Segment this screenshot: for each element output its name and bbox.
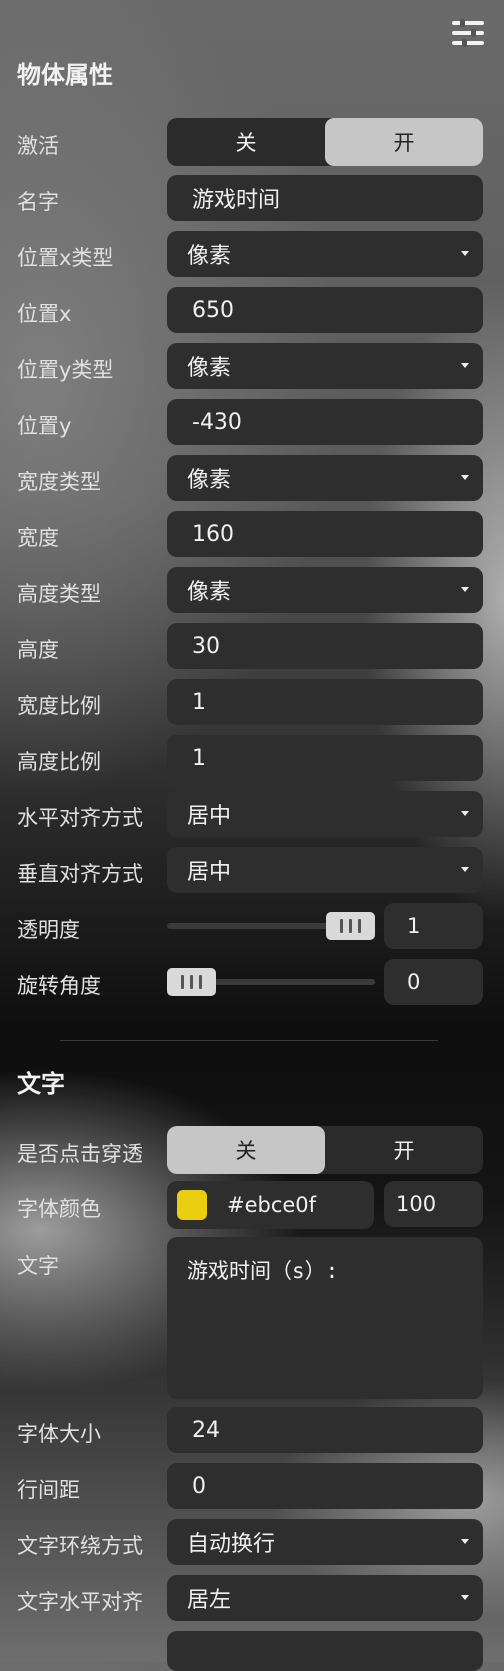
font-color-alpha-input[interactable]: 100 xyxy=(384,1181,483,1227)
label-height-scale: 高度比例 xyxy=(17,750,101,774)
h-align-select[interactable]: 居中 xyxy=(167,791,483,837)
v-align-value: 居中 xyxy=(187,860,232,885)
rotation-slider-handle[interactable] xyxy=(167,968,216,996)
opacity-input[interactable]: 1 xyxy=(384,903,483,949)
line-spacing-input[interactable]: 0 xyxy=(167,1463,483,1509)
label-height-type: 高度类型 xyxy=(17,582,101,606)
pos-y-type-value: 像素 xyxy=(187,356,232,381)
chevron-down-icon xyxy=(461,1595,469,1600)
properties-panel: 物体属性 激活 关 开 名字 游戏时间 位置x类型 像素 位置x 650 位置y… xyxy=(0,0,504,1671)
v-align-select[interactable]: 居中 xyxy=(167,847,483,893)
next-row-field-partial[interactable] xyxy=(167,1631,483,1671)
label-rotation: 旋转角度 xyxy=(17,974,101,998)
active-toggle: 关 开 xyxy=(167,118,483,166)
height-type-select[interactable]: 像素 xyxy=(167,567,483,613)
label-active: 激活 xyxy=(17,134,59,158)
text-h-align-select[interactable]: 居左 xyxy=(167,1575,483,1621)
pos-x-input[interactable]: 650 xyxy=(167,287,483,333)
label-font-size: 字体大小 xyxy=(17,1422,101,1446)
chevron-down-icon xyxy=(461,475,469,480)
label-line-spacing: 行间距 xyxy=(17,1478,80,1502)
height-type-value: 像素 xyxy=(187,580,232,605)
label-click-through: 是否点击穿透 xyxy=(17,1142,143,1166)
text-content-textarea[interactable]: 游戏时间（s）: xyxy=(167,1237,483,1399)
active-on-option[interactable]: 开 xyxy=(325,118,483,166)
chevron-down-icon xyxy=(461,251,469,256)
label-width: 宽度 xyxy=(17,526,59,550)
sliders-icon[interactable] xyxy=(452,18,484,48)
section-divider xyxy=(60,1040,438,1041)
wrap-mode-select[interactable]: 自动换行 xyxy=(167,1519,483,1565)
label-height: 高度 xyxy=(17,638,59,662)
chevron-down-icon xyxy=(461,811,469,816)
height-scale-input[interactable]: 1 xyxy=(167,735,483,781)
label-width-scale: 宽度比例 xyxy=(17,694,101,718)
chevron-down-icon xyxy=(461,587,469,592)
label-pos-y-type: 位置y类型 xyxy=(17,358,114,382)
label-wrap-mode: 文字环绕方式 xyxy=(17,1534,143,1558)
chevron-down-icon xyxy=(461,1539,469,1544)
height-input[interactable]: 30 xyxy=(167,623,483,669)
click-through-on-option[interactable]: 开 xyxy=(325,1126,483,1174)
chevron-down-icon xyxy=(461,363,469,368)
font-color-picker[interactable]: #ebce0f xyxy=(167,1181,374,1229)
font-color-hex: #ebce0f xyxy=(227,1193,317,1217)
text-h-align-value: 居左 xyxy=(187,1588,232,1613)
label-h-align: 水平对齐方式 xyxy=(17,806,143,830)
label-text-h-align: 文字水平对齐 xyxy=(17,1590,143,1614)
label-width-type: 宽度类型 xyxy=(17,470,101,494)
label-name: 名字 xyxy=(17,190,59,214)
pos-x-type-select[interactable]: 像素 xyxy=(167,231,483,277)
font-size-input[interactable]: 24 xyxy=(167,1407,483,1453)
wrap-mode-value: 自动换行 xyxy=(187,1532,276,1557)
pos-y-input[interactable]: -430 xyxy=(167,399,483,445)
label-v-align: 垂直对齐方式 xyxy=(17,862,143,886)
section-title-object-props: 物体属性 xyxy=(17,61,113,89)
opacity-slider-handle[interactable] xyxy=(326,912,375,940)
pos-x-type-value: 像素 xyxy=(187,244,232,269)
chevron-down-icon xyxy=(461,867,469,872)
name-input[interactable]: 游戏时间 xyxy=(167,175,483,221)
click-through-off-option[interactable]: 关 xyxy=(167,1126,325,1174)
section-title-text: 文字 xyxy=(17,1070,65,1098)
active-off-option[interactable]: 关 xyxy=(167,118,325,166)
label-text: 文字 xyxy=(17,1254,59,1278)
label-pos-y: 位置y xyxy=(17,414,72,438)
width-input[interactable]: 160 xyxy=(167,511,483,557)
width-type-select[interactable]: 像素 xyxy=(167,455,483,501)
label-pos-x-type: 位置x类型 xyxy=(17,246,114,270)
click-through-toggle: 关 开 xyxy=(167,1126,483,1174)
width-type-value: 像素 xyxy=(187,468,232,493)
color-swatch[interactable] xyxy=(177,1190,207,1220)
label-pos-x: 位置x xyxy=(17,302,72,326)
rotation-input[interactable]: 0 xyxy=(384,959,483,1005)
width-scale-input[interactable]: 1 xyxy=(167,679,483,725)
h-align-value: 居中 xyxy=(187,804,232,829)
pos-y-type-select[interactable]: 像素 xyxy=(167,343,483,389)
label-opacity: 透明度 xyxy=(17,918,80,942)
label-font-color: 字体颜色 xyxy=(17,1197,101,1221)
